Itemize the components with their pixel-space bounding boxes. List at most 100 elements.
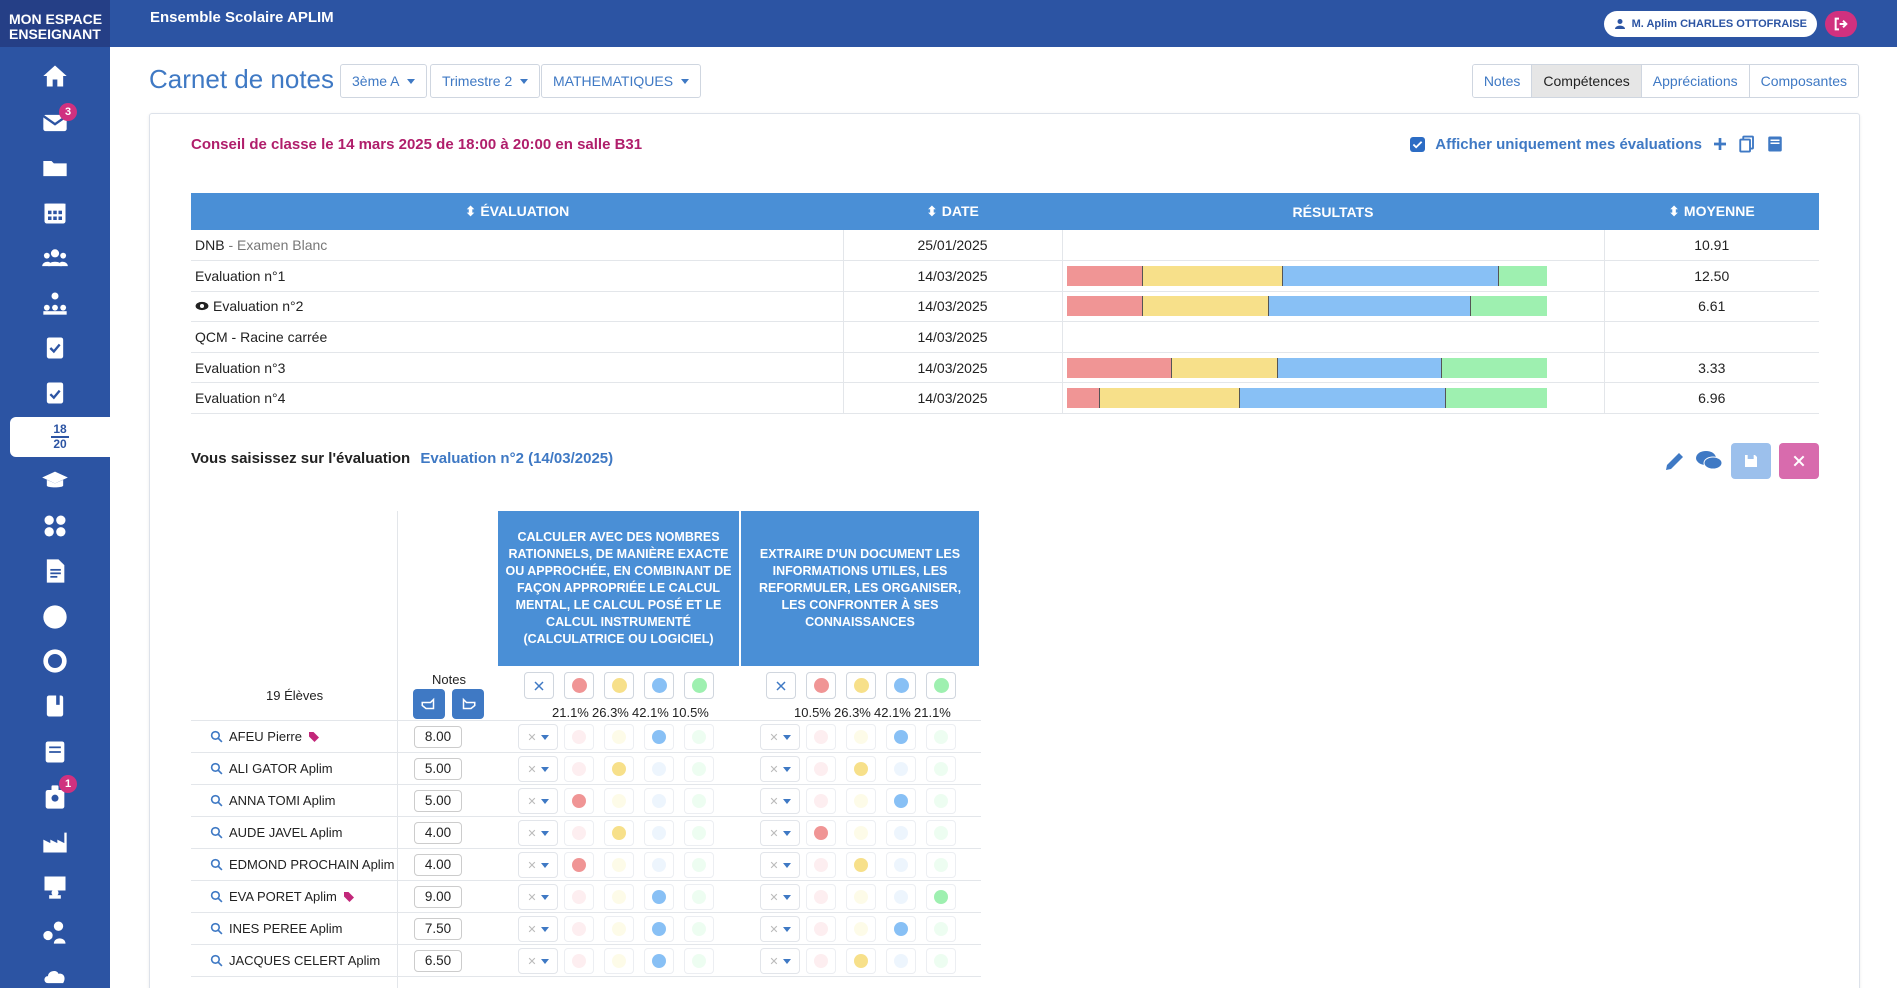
tab-composantes[interactable]: Composantes: [1748, 65, 1858, 97]
level-select[interactable]: ✕: [518, 948, 558, 974]
add-icon[interactable]: [1712, 136, 1728, 152]
note-input[interactable]: 8.00: [414, 726, 462, 748]
evaluation-row[interactable]: Evaluation n°1 14/03/2025 12.50: [191, 260, 1819, 292]
student-row[interactable]: AFEU Pierre: [210, 729, 320, 744]
note-input[interactable]: 4.00: [414, 822, 462, 844]
level-2-cell[interactable]: [604, 852, 634, 878]
selected-evaluation-link[interactable]: Evaluation n°2 (14/03/2025): [420, 450, 613, 467]
evaluation-row[interactable]: Evaluation n°3 14/03/2025 3.33: [191, 352, 1819, 384]
level-4-cell[interactable]: [684, 788, 714, 814]
level-1-button[interactable]: [806, 672, 836, 699]
level-4-cell[interactable]: [926, 948, 956, 974]
search-icon[interactable]: [210, 954, 223, 967]
factory-icon[interactable]: [0, 822, 110, 862]
level-4-cell[interactable]: [684, 948, 714, 974]
brand[interactable]: MON ESPACE ENSEIGNANT: [0, 0, 110, 47]
level-select[interactable]: ✕: [760, 756, 800, 782]
teacher-icon[interactable]: [0, 867, 110, 907]
level-3-cell[interactable]: [886, 756, 916, 782]
save-button[interactable]: [1731, 443, 1771, 479]
level-select[interactable]: ✕: [518, 788, 558, 814]
level-4-cell[interactable]: [684, 884, 714, 910]
level-3-cell[interactable]: [644, 916, 674, 942]
col-evaluation[interactable]: ⬍ ÉVALUATION: [191, 193, 843, 230]
level-2-button[interactable]: [846, 672, 876, 699]
level-1-cell[interactable]: [806, 788, 836, 814]
col-moyenne[interactable]: ⬍ MOYENNE: [1604, 193, 1819, 230]
student-row[interactable]: ALI GATOR Aplim: [210, 761, 333, 776]
level-3-cell[interactable]: [886, 724, 916, 750]
badge-user-icon[interactable]: 1: [0, 775, 110, 817]
note-input[interactable]: 5.00: [414, 790, 462, 812]
student-row[interactable]: EVA PORET Aplim: [210, 889, 355, 904]
level-2-cell[interactable]: [604, 788, 634, 814]
tab-competences[interactable]: Compétences: [1531, 65, 1641, 97]
gradebook-icon[interactable]: 18 20: [10, 417, 110, 457]
tab-notes[interactable]: Notes: [1472, 65, 1532, 97]
level-select[interactable]: ✕: [760, 948, 800, 974]
home-icon[interactable]: [0, 56, 110, 96]
level-2-cell[interactable]: [846, 820, 876, 846]
hierarchy-icon[interactable]: [0, 283, 110, 323]
level-1-cell[interactable]: [806, 724, 836, 750]
student-row[interactable]: EDMOND PROCHAIN Aplim: [210, 857, 394, 872]
level-1-cell[interactable]: [806, 916, 836, 942]
document-icon[interactable]: [0, 551, 110, 591]
level-select[interactable]: ✕: [760, 820, 800, 846]
search-icon[interactable]: [210, 762, 223, 775]
level-2-cell[interactable]: [846, 916, 876, 942]
level-2-cell[interactable]: [846, 756, 876, 782]
level-3-cell[interactable]: [644, 724, 674, 750]
user-menu[interactable]: M. Aplim CHARLES OTTOFRAISE: [1603, 11, 1817, 37]
level-3-cell[interactable]: [886, 788, 916, 814]
note-input[interactable]: 7.50: [414, 918, 462, 940]
level-4-cell[interactable]: [926, 852, 956, 878]
level-1-cell[interactable]: [564, 884, 594, 910]
level-1-cell[interactable]: [806, 948, 836, 974]
note-input[interactable]: 6.50: [414, 950, 462, 972]
level-1-cell[interactable]: [564, 820, 594, 846]
evaluation-row[interactable]: Evaluation n°2 14/03/2025 6.61: [191, 291, 1819, 323]
note-input[interactable]: 5.00: [414, 758, 462, 780]
level-2-cell[interactable]: [846, 852, 876, 878]
level-3-cell[interactable]: [886, 948, 916, 974]
level-select[interactable]: ✕: [518, 724, 558, 750]
level-1-cell[interactable]: [564, 724, 594, 750]
level-4-cell[interactable]: [926, 916, 956, 942]
user-network-icon[interactable]: [0, 912, 110, 952]
clear-level-button[interactable]: [766, 672, 796, 699]
search-icon[interactable]: [210, 794, 223, 807]
level-2-cell[interactable]: [846, 788, 876, 814]
level-4-cell[interactable]: [684, 852, 714, 878]
copy-icon[interactable]: [1738, 135, 1756, 153]
notebook-icon[interactable]: [0, 686, 110, 726]
student-row[interactable]: JACQUES CELERT Aplim: [210, 953, 380, 968]
level-4-cell[interactable]: [684, 756, 714, 782]
level-2-cell[interactable]: [604, 916, 634, 942]
level-4-cell[interactable]: [926, 724, 956, 750]
note-input[interactable]: 4.00: [414, 854, 462, 876]
evaluation-row[interactable]: QCM - Racine carrée 14/03/2025: [191, 321, 1819, 353]
level-2-cell[interactable]: [604, 756, 634, 782]
level-2-cell[interactable]: [846, 724, 876, 750]
note-input[interactable]: 9.00: [414, 886, 462, 908]
level-select[interactable]: ✕: [518, 884, 558, 910]
level-1-cell[interactable]: [806, 756, 836, 782]
comments-icon[interactable]: [1695, 449, 1723, 473]
circle-icon[interactable]: [0, 597, 110, 637]
level-1-cell[interactable]: [564, 916, 594, 942]
pencil-icon[interactable]: [1663, 449, 1687, 473]
level-2-cell[interactable]: [846, 948, 876, 974]
search-icon[interactable]: [210, 730, 223, 743]
book-icon[interactable]: [0, 732, 110, 772]
col-date[interactable]: ⬍ DATE: [843, 193, 1062, 230]
evaluation-row[interactable]: DNB - Examen Blanc 25/01/2025 10.91: [191, 230, 1819, 262]
level-3-cell[interactable]: [886, 820, 916, 846]
level-select[interactable]: ✕: [760, 916, 800, 942]
clear-level-button[interactable]: [524, 672, 554, 699]
level-2-cell[interactable]: [846, 884, 876, 910]
book-icon[interactable]: [1766, 134, 1784, 154]
level-3-cell[interactable]: [644, 852, 674, 878]
level-4-cell[interactable]: [684, 724, 714, 750]
level-2-cell[interactable]: [604, 820, 634, 846]
